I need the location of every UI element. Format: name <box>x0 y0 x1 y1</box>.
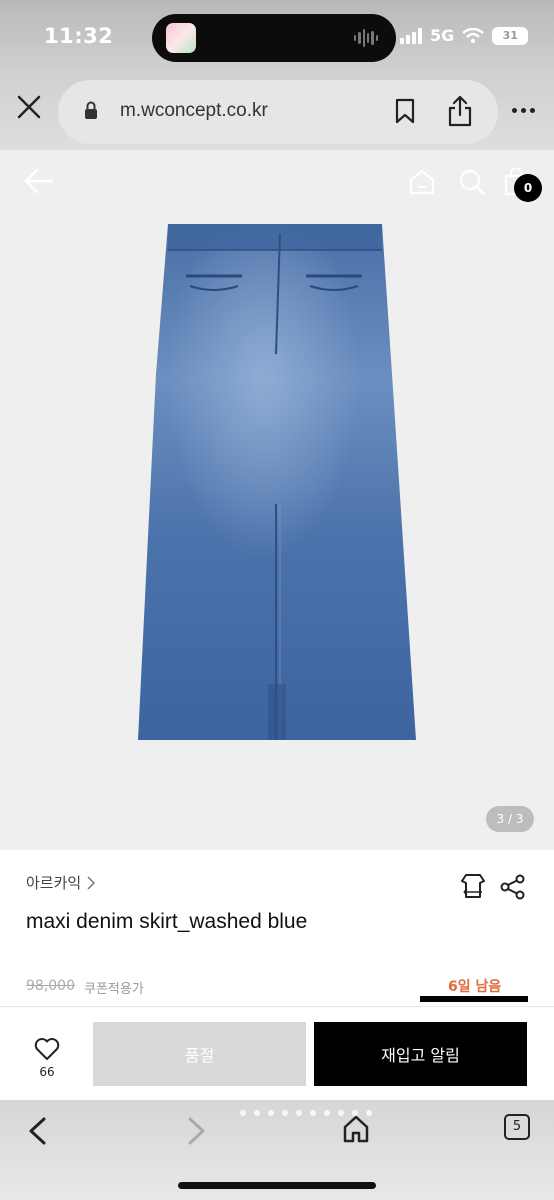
purchase-action-bar: 66 품절 재입고 알림 <box>0 1006 554 1100</box>
product-title: maxi denim skirt_washed blue <box>26 910 308 933</box>
like-button[interactable]: 66 <box>22 1037 72 1079</box>
app-thumbnail-icon <box>166 23 196 53</box>
more-options-icon[interactable] <box>512 108 535 113</box>
wifi-icon <box>462 27 485 43</box>
like-count: 66 <box>39 1065 55 1079</box>
dynamic-island <box>152 14 396 62</box>
address-bar[interactable]: m.wconcept.co.kr <box>58 80 498 144</box>
product-info: 아르카익 maxi denim skirt_washed blue 98,000… <box>0 850 554 1006</box>
tabs-count-button[interactable]: 5 <box>504 1114 530 1140</box>
home-indicator <box>178 1182 376 1189</box>
audio-wave-icon <box>354 29 378 47</box>
coupon-price-label: 쿠폰적용가 <box>84 982 144 997</box>
signal-icon <box>400 27 422 44</box>
product-gallery[interactable]: 0 3 / 3 <box>0 150 554 850</box>
cart-count-badge: 0 <box>514 174 542 202</box>
share-product-icon[interactable] <box>500 874 526 900</box>
browser-forward-icon[interactable] <box>186 1116 208 1146</box>
url-text[interactable]: m.wconcept.co.kr <box>120 100 268 122</box>
browser-bottom-nav: 5 <box>0 1100 554 1200</box>
brand-name: 아르카익 <box>26 874 82 892</box>
browser-back-icon[interactable] <box>26 1116 48 1146</box>
product-image <box>138 224 416 740</box>
status-indicators: 5G 31 <box>400 26 529 45</box>
browser-toolbar: m.wconcept.co.kr <box>0 72 554 150</box>
share-icon[interactable] <box>446 95 474 127</box>
close-icon[interactable] <box>16 94 42 120</box>
lock-icon <box>85 101 97 119</box>
bookmark-icon[interactable] <box>394 98 416 124</box>
home-icon[interactable] <box>408 168 436 196</box>
network-label: 5G <box>430 26 455 45</box>
status-bar: 11:32 5G 31 <box>0 0 554 72</box>
search-icon[interactable] <box>458 168 486 196</box>
size-guide-icon[interactable] <box>460 872 486 900</box>
browser-home-icon[interactable] <box>342 1114 370 1144</box>
restock-alert-button[interactable]: 재입고 알림 <box>314 1022 527 1086</box>
original-price: 98,000 <box>26 978 75 994</box>
status-time: 11:32 <box>44 24 114 48</box>
chevron-right-icon <box>87 875 96 890</box>
days-left-label: 6일 남음 <box>448 979 502 995</box>
days-left-bar <box>420 996 528 1002</box>
heart-icon <box>34 1038 60 1060</box>
soldout-button[interactable]: 품절 <box>93 1022 306 1086</box>
back-arrow-icon[interactable] <box>24 168 54 194</box>
gallery-pager: 3 / 3 <box>486 806 534 832</box>
battery-indicator: 31 <box>492 26 529 45</box>
brand-link[interactable]: 아르카익 <box>26 872 96 893</box>
